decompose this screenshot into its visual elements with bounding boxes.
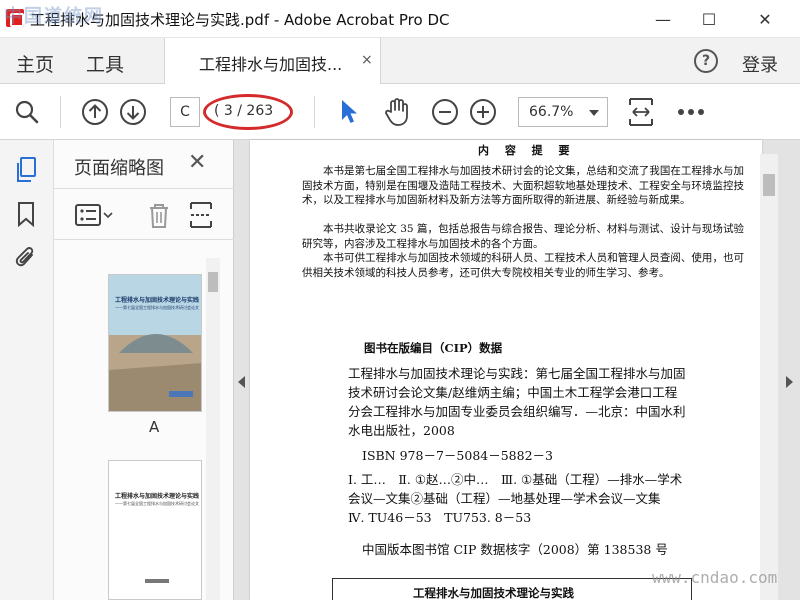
thumb-cover-title: 工程排水与加固技术理论与实践	[115, 297, 199, 304]
scrollbar-thumb[interactable]	[208, 272, 218, 292]
maximize-button[interactable]: ☐	[686, 0, 732, 38]
abstract-paragraph-2: 本书共收录论文 35 篇，包括总报告与综合报告、理论分析、材料与测试、设计与现场…	[302, 223, 744, 250]
zoom-out-icon[interactable]	[430, 97, 460, 127]
options-menu-icon[interactable]	[74, 201, 114, 233]
attachment-icon[interactable]	[12, 244, 40, 272]
page-thumbnails-icon[interactable]	[12, 156, 40, 184]
collapse-left-panel-icon[interactable]	[238, 376, 245, 388]
watermark: 中国道统网	[4, 6, 104, 27]
scrollbar-thumb[interactable]	[763, 174, 775, 196]
abstract-paragraph-3: 本书可供工程排水与加固技术领域的科研人员、工程技术人员和管理人员查阅、使用，也可…	[302, 252, 744, 279]
chevron-down-icon	[589, 110, 599, 116]
next-page-icon[interactable]	[118, 97, 148, 127]
thumb-page-subtitle: ——第七届全国工程排水与加固技术研讨会论文集	[115, 501, 199, 506]
search-icon[interactable]	[12, 97, 42, 127]
title-bar: 工程排水与加固技术理论与实践.pdf - Adobe Acrobat Pro D…	[0, 0, 800, 38]
cip-body: 工程排水与加固技术理论与实践：第七届全国工程排水与加固技术研讨会论文集/赵维炳主…	[348, 366, 686, 438]
fit-page-icon[interactable]	[626, 97, 656, 127]
minimize-button[interactable]: —	[640, 0, 686, 38]
expand-right-panel-icon[interactable]	[786, 376, 793, 388]
document-tab-label: 工程排水与加固技...	[199, 55, 343, 74]
document-area: 内 容 提 要 本书是第七届全国工程排水与加固技术研讨会的论文集，总结和交流了我…	[234, 140, 800, 600]
close-window-button[interactable]: ✕	[742, 0, 788, 38]
abstract-title: 内 容 提 要	[478, 144, 576, 157]
maximize-icon: ☐	[701, 9, 717, 29]
more-options-icon[interactable]	[676, 97, 706, 127]
document-scrollbar[interactable]	[760, 154, 778, 600]
hand-tool-icon[interactable]	[382, 97, 412, 127]
select-cursor-icon[interactable]	[334, 97, 364, 127]
page-thumbnail-1[interactable]: 工程排水与加固技术理论与实践 ——第七届全国工程排水与加固技术研讨会论文集	[108, 274, 202, 412]
zoom-value: 66.7%	[529, 104, 574, 120]
tab-document[interactable]: 工程排水与加固技... ×	[164, 38, 381, 84]
site-watermark: www.cndao.com	[652, 568, 778, 587]
thumb-label: A	[149, 418, 160, 436]
page-thumbnail-2[interactable]: 工程排水与加固技术理论与实践 ——第七届全国工程排水与加固技术研讨会论文集	[108, 460, 202, 600]
close-panel-icon[interactable]: ✕	[188, 150, 206, 175]
login-button[interactable]: 登录	[742, 51, 778, 77]
insert-pages-icon[interactable]	[188, 201, 214, 233]
publisher-logo	[145, 579, 169, 583]
trash-icon[interactable]	[146, 201, 172, 233]
tab-home[interactable]: 主页	[16, 50, 54, 77]
table-book-title: 工程排水与加固技术理论与实践	[413, 586, 574, 600]
book-info-table: 工程排水与加固技术理论与实践	[332, 578, 692, 600]
bookmark-icon[interactable]	[12, 200, 40, 228]
abstract-paragraph-1: 本书是第七届全国工程排水与加固技术研讨会的论文集，总结和交流了我国在工程排水与加…	[302, 165, 744, 207]
isbn: ISBN 978－7－5084－5882－3	[362, 448, 553, 463]
thumbnail-panel: 页面缩略图 ✕ 工程排水与加固技术理论与实践 ——第七届全国工程排水与加固技术研…	[54, 140, 234, 600]
close-tab-icon[interactable]: ×	[361, 52, 373, 68]
thumbnail-scrollbar[interactable]	[206, 258, 220, 600]
tab-bar: 主页 工具 工程排水与加固技... × ? 登录	[0, 38, 800, 84]
minimize-icon: —	[655, 9, 671, 29]
toolbar: C ( 3 / 263 66.7%	[0, 84, 800, 140]
help-icon[interactable]: ?	[694, 49, 718, 73]
toolbar-divider	[314, 96, 315, 128]
panel-title: 页面缩略图	[74, 158, 164, 179]
page-number-input[interactable]: C	[170, 97, 200, 127]
pdf-page: 内 容 提 要 本书是第七届全国工程排水与加固技术研讨会的论文集，总结和交流了我…	[250, 140, 762, 600]
thumb-cover-subtitle: ——第七届全国工程排水与加固技术研讨会论文集	[115, 305, 199, 310]
tab-tools[interactable]: 工具	[86, 50, 124, 77]
left-nav-strip	[0, 140, 54, 600]
zoom-select[interactable]: 66.7%	[518, 97, 608, 127]
zoom-in-icon[interactable]	[468, 97, 498, 127]
cip-heading: 图书在版编目（CIP）数据	[364, 341, 503, 355]
close-icon: ✕	[758, 9, 772, 29]
thumb-page-title: 工程排水与加固技术理论与实践	[115, 493, 199, 500]
page-count: ( 3 / 263	[214, 103, 274, 119]
toolbar-divider	[60, 96, 61, 128]
cip-classification: Ⅰ. 工… Ⅱ. ①赵…②中… Ⅲ. ①基础（工程）—排水—学术会议—文集②基础…	[348, 472, 683, 525]
panel-toolbar	[54, 188, 234, 240]
cip-number: 中国版本图书馆 CIP 数据核字（2008）第 138538 号	[362, 542, 668, 557]
previous-page-icon[interactable]	[80, 97, 110, 127]
